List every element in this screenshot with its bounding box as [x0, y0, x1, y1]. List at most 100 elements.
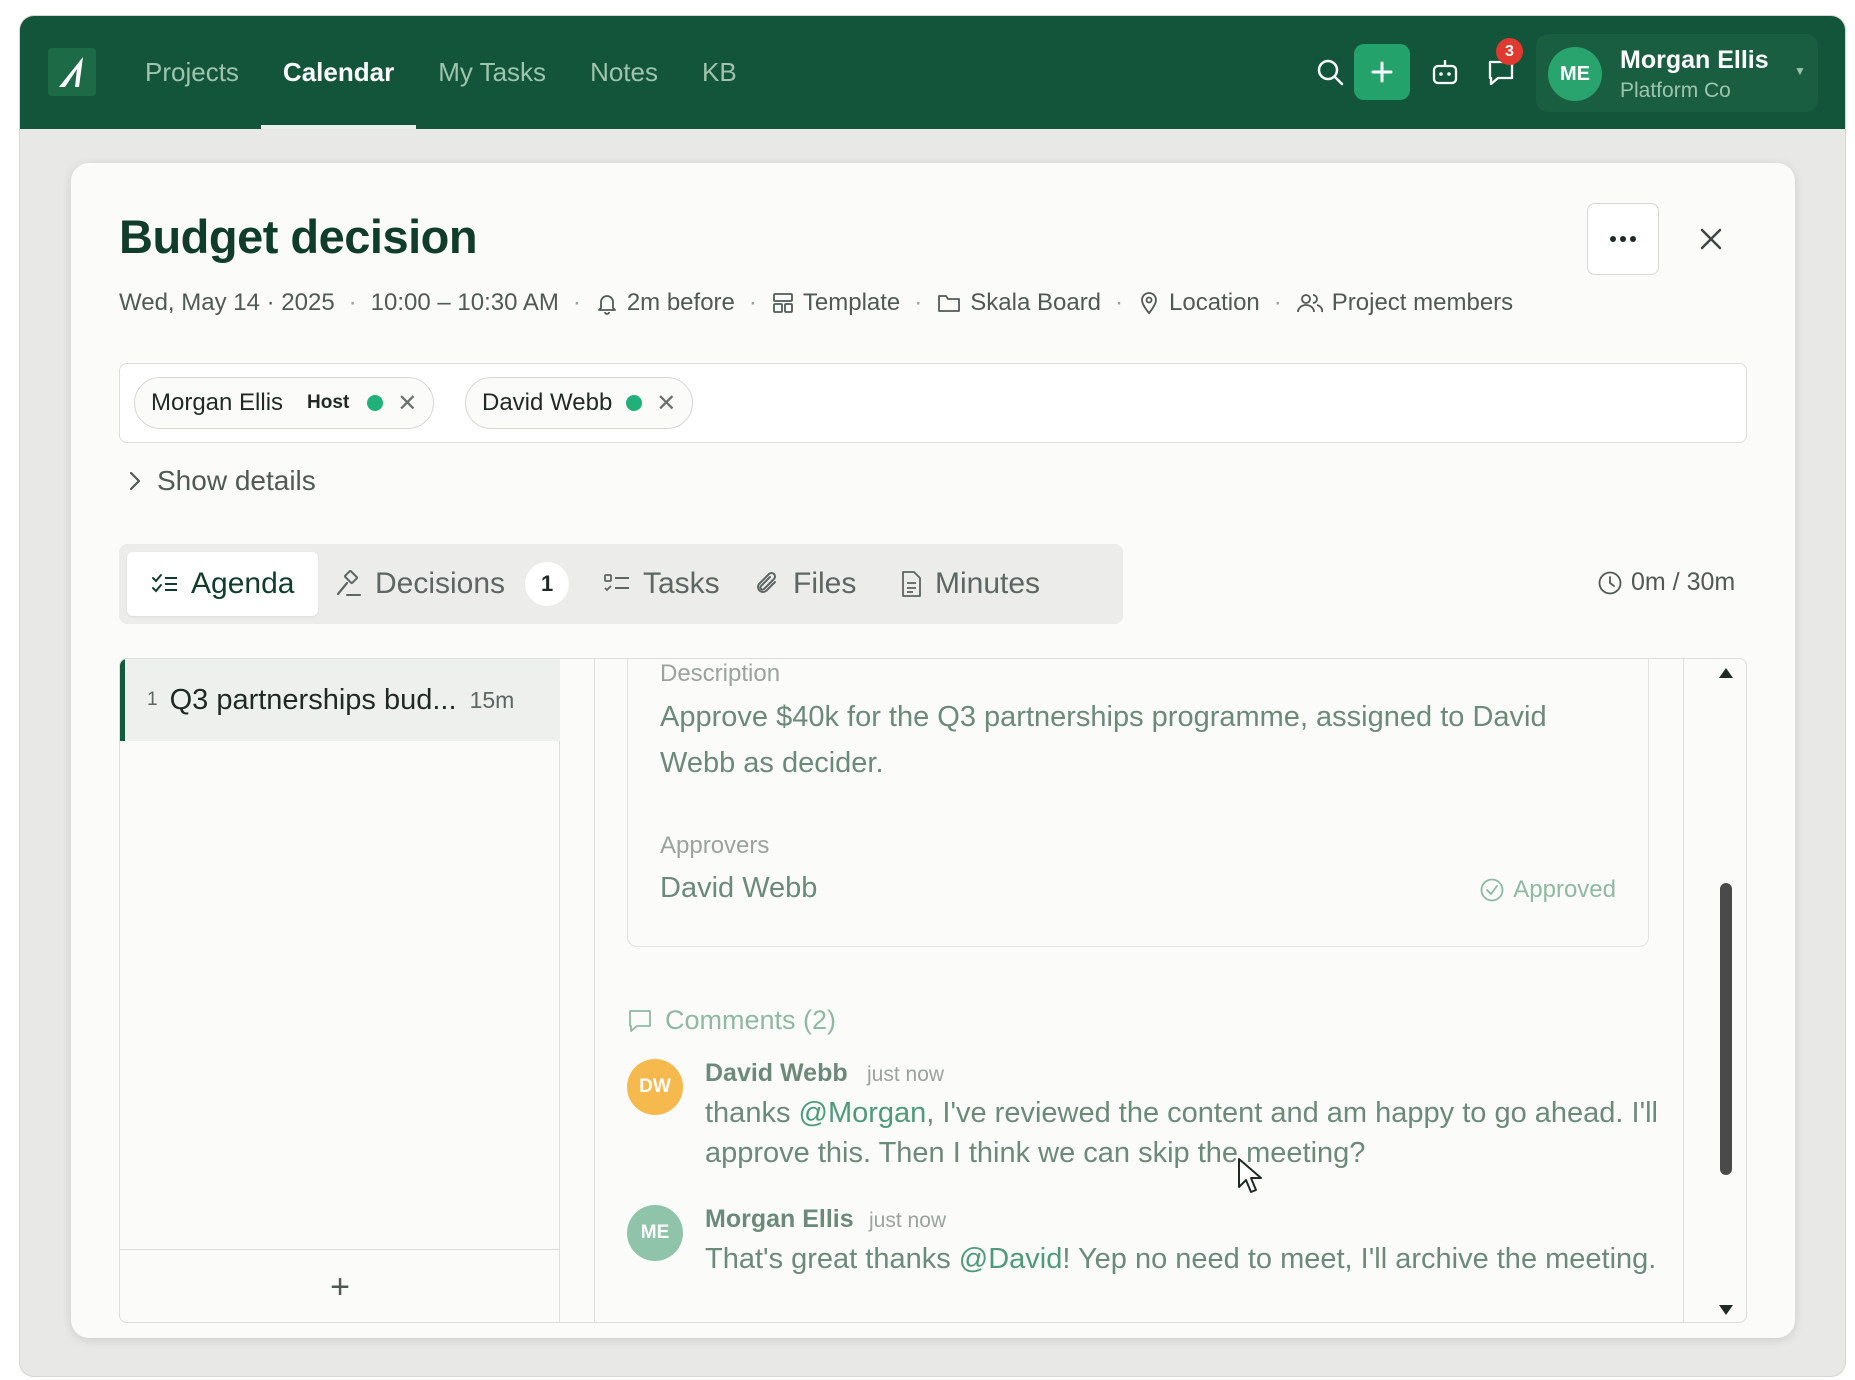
- clock-icon: [1598, 571, 1622, 594]
- meeting-date[interactable]: Wed, May 14 · 2025: [119, 289, 335, 317]
- gavel-icon: [336, 570, 361, 596]
- app-window: Projects Calendar My Tasks Notes KB 3 ME…: [20, 16, 1845, 1376]
- description-label: Description: [660, 660, 781, 687]
- members-label: Project members: [1331, 289, 1514, 316]
- tab-agenda[interactable]: Agenda: [127, 552, 319, 616]
- close-icon: [1700, 228, 1722, 250]
- attendee-name: Morgan Ellis: [151, 389, 284, 416]
- meeting-time[interactable]: 10:00 – 10:30 AM: [371, 289, 559, 317]
- assistant-bot-icon[interactable]: [1425, 52, 1465, 92]
- meeting-content: 1 Q3 partnerships bud... 15m + Descripti…: [119, 658, 1747, 1323]
- decision-description: Approve $40k for the Q3 partnerships pro…: [660, 701, 1547, 779]
- host-label: Host: [307, 392, 350, 413]
- timer-label: 0m / 30m: [1631, 568, 1736, 596]
- location-setting[interactable]: Location: [1137, 289, 1260, 317]
- document-icon: [902, 571, 921, 597]
- comment-text: That's great thanks @David! Yep no need …: [705, 1243, 1657, 1275]
- template-icon: [772, 293, 793, 313]
- attendee-chip[interactable]: Morgan Ellis Host ✕: [134, 377, 435, 429]
- scrollbar-thumb[interactable]: [1720, 883, 1732, 1175]
- meeting-meta: Wed, May 14 · 2025 · 10:00 – 10:30 AM · …: [119, 289, 1514, 317]
- add-agenda-item-button[interactable]: +: [120, 1249, 560, 1322]
- agenda-item-number: 1: [147, 689, 158, 710]
- tab-decisions[interactable]: Decisions 1: [311, 552, 593, 616]
- main-nav: Projects Calendar My Tasks Notes KB: [123, 16, 759, 129]
- user-menu[interactable]: ME Morgan Ellis Platform Co ▼: [1536, 34, 1818, 112]
- attendee-chip[interactable]: David Webb ✕: [465, 377, 694, 429]
- user-org: Platform Co: [1620, 79, 1731, 102]
- tab-label: Minutes: [935, 567, 1041, 600]
- mention-link[interactable]: @David: [959, 1243, 1063, 1275]
- nav-calendar[interactable]: Calendar: [260, 16, 417, 129]
- members-setting[interactable]: Project members: [1296, 289, 1513, 317]
- tab-label: Tasks: [643, 567, 720, 600]
- tab-tasks[interactable]: Tasks: [579, 552, 744, 616]
- folder-icon: [938, 295, 961, 312]
- board-label: Skala Board: [970, 289, 1102, 316]
- meeting-timer: 0m / 30m: [1597, 568, 1735, 597]
- tab-files[interactable]: Files: [731, 552, 880, 616]
- nav-notes[interactable]: Notes: [568, 16, 680, 129]
- scrollbar[interactable]: [1684, 659, 1746, 1322]
- tab-minutes[interactable]: Minutes: [875, 552, 1064, 616]
- app-logo-icon[interactable]: [48, 48, 96, 96]
- reminder-setting[interactable]: 2m before: [595, 289, 735, 317]
- more-options-button[interactable]: [1587, 203, 1659, 275]
- remove-attendee-icon[interactable]: ✕: [397, 389, 417, 418]
- nav-kb[interactable]: KB: [680, 16, 759, 129]
- show-details-toggle[interactable]: Show details: [127, 465, 316, 497]
- remove-attendee-icon[interactable]: ✕: [656, 389, 676, 418]
- location-pin-icon: [1141, 292, 1157, 315]
- chevron-right-icon: [129, 471, 141, 491]
- decisions-count-badge: 1: [525, 562, 570, 606]
- attendee-name: David Webb: [482, 389, 613, 416]
- template-setting[interactable]: Template: [771, 289, 900, 317]
- caret-down-icon: ▼: [1794, 64, 1806, 78]
- agenda-item[interactable]: 1 Q3 partnerships bud... 15m: [120, 659, 560, 741]
- comment-time: just now: [869, 1209, 947, 1232]
- avatar: ME: [1548, 47, 1602, 101]
- comments-count-label: Comments (2): [665, 1005, 837, 1035]
- decision-card: Description Approve $40k for the Q3 part…: [627, 659, 1649, 947]
- location-label: Location: [1169, 289, 1260, 316]
- create-button[interactable]: [1354, 44, 1410, 100]
- mouse-cursor-icon: [1238, 1158, 1262, 1193]
- scroll-down-arrow-icon[interactable]: [1718, 1304, 1734, 1316]
- avatar: ME: [627, 1205, 683, 1261]
- ellipsis-icon: [1610, 236, 1636, 242]
- search-icon[interactable]: [1310, 52, 1350, 92]
- bell-icon: [597, 295, 616, 315]
- reminder-label: 2m before: [626, 289, 735, 316]
- task-list-icon: [604, 574, 629, 592]
- comment-time: just now: [867, 1063, 945, 1086]
- mention-link[interactable]: @Morgan: [799, 1097, 927, 1129]
- comment-author: Morgan Ellis: [705, 1205, 854, 1233]
- template-label: Template: [802, 289, 901, 316]
- users-icon: [1296, 294, 1323, 313]
- agenda-list: 1 Q3 partnerships bud... 15m +: [120, 659, 560, 1322]
- paperclip-icon: [757, 571, 777, 593]
- tab-bar: Agenda Decisions 1 Tasks Files Minutes: [119, 544, 1123, 624]
- nav-my-tasks[interactable]: My Tasks: [416, 16, 568, 129]
- page-title: Budget decision: [119, 210, 478, 263]
- comment-author: David Webb: [705, 1059, 848, 1087]
- plus-icon: [1371, 61, 1393, 83]
- approvers-label: Approvers: [660, 832, 770, 859]
- online-status-dot: [367, 395, 384, 411]
- meeting-modal: Budget decision Wed, May 14 · 2025 · 10:…: [71, 163, 1795, 1338]
- approval-status-label: Approved: [1513, 876, 1616, 903]
- tab-label: Decisions: [375, 567, 506, 600]
- agenda-item-detail: Description Approve $40k for the Q3 part…: [594, 659, 1684, 1322]
- approver-name: David Webb: [660, 872, 818, 904]
- online-status-dot: [626, 395, 643, 411]
- board-setting[interactable]: Skala Board: [936, 289, 1101, 317]
- check-circle-icon: [1480, 878, 1504, 902]
- agenda-item-duration: 15m: [469, 686, 515, 713]
- scroll-up-arrow-icon[interactable]: [1718, 667, 1734, 679]
- top-navigation-bar: Projects Calendar My Tasks Notes KB 3 ME…: [20, 16, 1845, 129]
- nav-projects[interactable]: Projects: [123, 16, 261, 129]
- attendees-field[interactable]: Morgan Ellis Host ✕ David Webb ✕: [119, 363, 1747, 443]
- show-details-label: Show details: [157, 465, 316, 496]
- close-button[interactable]: [1691, 219, 1731, 259]
- notification-badge: 3: [1496, 38, 1523, 65]
